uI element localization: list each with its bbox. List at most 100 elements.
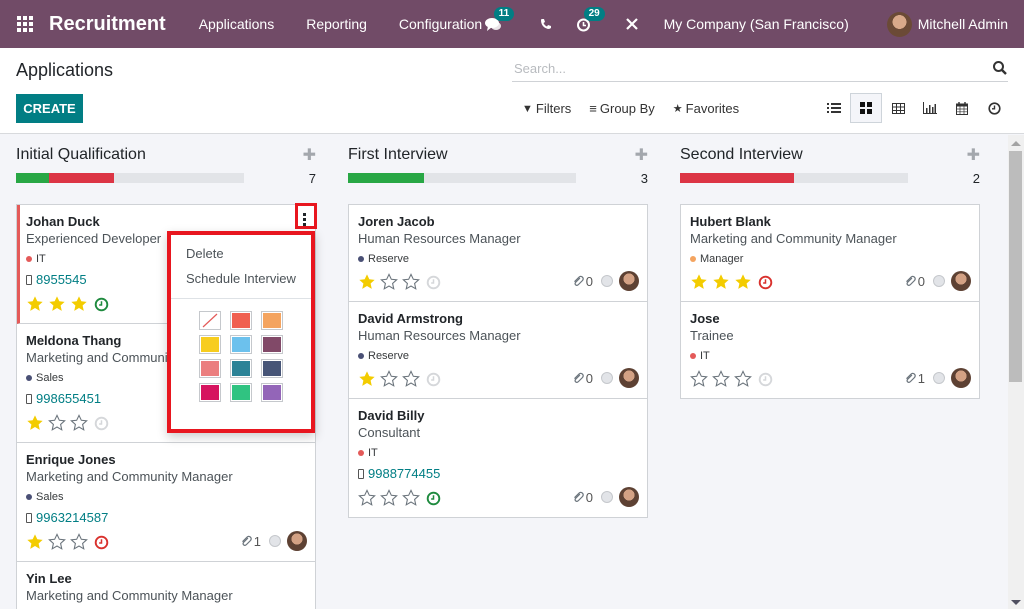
activity-clock-icon[interactable] xyxy=(758,275,773,290)
apps-menu-icon[interactable] xyxy=(17,16,33,32)
star-filled-icon[interactable] xyxy=(48,295,66,313)
color-swatch[interactable] xyxy=(261,311,283,330)
star-filled-icon[interactable] xyxy=(358,273,376,291)
activity-view-button[interactable] xyxy=(978,93,1010,123)
menu-applications[interactable]: Applications xyxy=(199,16,275,32)
star-empty-icon[interactable] xyxy=(70,533,88,551)
applicant-card[interactable]: Joren Jacob Human Resources Manager Reserv… xyxy=(349,205,647,302)
pivot-view-button[interactable] xyxy=(882,93,914,123)
star-empty-icon[interactable] xyxy=(734,370,752,388)
activity-clock-icon[interactable] xyxy=(94,416,109,431)
menu-configuration[interactable]: Configuration xyxy=(399,16,482,32)
assignee-avatar[interactable] xyxy=(287,531,307,551)
column-title[interactable]: Second Interview xyxy=(680,146,803,164)
color-swatch[interactable] xyxy=(261,383,283,402)
graph-view-button[interactable] xyxy=(914,93,946,123)
color-swatch[interactable] xyxy=(199,335,221,354)
phone-number[interactable]: 9988774455 xyxy=(368,466,440,482)
activity-clock-icon[interactable] xyxy=(94,297,109,312)
kanban-state-indicator[interactable] xyxy=(601,372,613,384)
activity-clock-icon[interactable] xyxy=(94,535,109,550)
column-title[interactable]: First Interview xyxy=(348,146,448,164)
quick-create-icon[interactable]: ✚ xyxy=(303,145,316,165)
app-brand[interactable]: Recruitment xyxy=(49,13,166,36)
color-swatch[interactable] xyxy=(230,335,252,354)
kanban-state-indicator[interactable] xyxy=(933,372,945,384)
favorites-dropdown[interactable]: ★ Favorites xyxy=(673,101,739,116)
star-filled-icon[interactable] xyxy=(712,273,730,291)
calendar-view-button[interactable] xyxy=(946,93,978,123)
applicant-card[interactable]: David Armstrong Human Resources Manager Re… xyxy=(349,302,647,399)
star-empty-icon[interactable] xyxy=(48,533,66,551)
scroll-down-arrow[interactable] xyxy=(1011,600,1021,605)
star-filled-icon[interactable] xyxy=(690,273,708,291)
color-swatch[interactable] xyxy=(261,359,283,378)
applicant-phone[interactable]: 9963214587 xyxy=(26,510,307,526)
progress-segment-done[interactable] xyxy=(16,173,49,183)
assignee-avatar[interactable] xyxy=(951,368,971,388)
quick-create-icon[interactable]: ✚ xyxy=(635,145,648,165)
star-empty-icon[interactable] xyxy=(712,370,730,388)
color-swatch[interactable] xyxy=(230,359,252,378)
star-empty-icon[interactable] xyxy=(402,370,420,388)
vertical-scrollbar[interactable] xyxy=(1008,135,1024,609)
assignee-avatar[interactable] xyxy=(951,271,971,291)
star-empty-icon[interactable] xyxy=(690,370,708,388)
applicant-phone[interactable]: 9988774455 xyxy=(358,466,639,482)
search-icon[interactable] xyxy=(992,60,1008,76)
applicant-card[interactable]: David Billy Consultant IT 9988774455 0 xyxy=(349,399,647,517)
phone-icon[interactable] xyxy=(536,14,556,34)
company-switcher[interactable]: My Company (San Francisco) xyxy=(664,16,849,32)
star-empty-icon[interactable] xyxy=(402,489,420,507)
star-empty-icon[interactable] xyxy=(380,273,398,291)
search-input[interactable] xyxy=(512,56,982,80)
scroll-up-arrow[interactable] xyxy=(1011,141,1021,146)
star-empty-icon[interactable] xyxy=(380,370,398,388)
star-filled-icon[interactable] xyxy=(70,295,88,313)
star-filled-icon[interactable] xyxy=(734,273,752,291)
kanban-state-indicator[interactable] xyxy=(269,535,281,547)
phone-number[interactable]: 8955545 xyxy=(36,272,87,288)
scroll-thumb[interactable] xyxy=(1009,151,1022,382)
activity-clock-icon[interactable] xyxy=(758,372,773,387)
kanban-view-button[interactable] xyxy=(850,93,882,123)
groupby-dropdown[interactable]: ≡ Group By xyxy=(589,101,655,116)
column-progressbar[interactable] xyxy=(16,173,244,183)
no-color-swatch[interactable] xyxy=(199,311,221,330)
progress-segment-blocked[interactable] xyxy=(48,173,114,183)
schedule-interview-menu-item[interactable]: Schedule Interview xyxy=(171,266,311,291)
quick-create-icon[interactable]: ✚ xyxy=(967,145,980,165)
star-filled-icon[interactable] xyxy=(26,533,44,551)
color-swatch[interactable] xyxy=(199,383,221,402)
applicant-card[interactable]: Enrique Jones Marketing and Community Man… xyxy=(17,443,315,562)
star-empty-icon[interactable] xyxy=(380,489,398,507)
activity-clock-icon[interactable] xyxy=(426,275,441,290)
delete-menu-item[interactable]: Delete xyxy=(171,241,311,266)
star-filled-icon[interactable] xyxy=(26,295,44,313)
menu-reporting[interactable]: Reporting xyxy=(306,16,367,32)
create-button[interactable]: CREATE xyxy=(16,94,83,123)
color-swatch[interactable] xyxy=(230,383,252,402)
activity-clock-icon[interactable] xyxy=(426,491,441,506)
assignee-avatar[interactable] xyxy=(619,271,639,291)
column-progressbar[interactable] xyxy=(680,173,908,183)
applicant-card[interactable]: Hubert Blank Marketing and Community Mana… xyxy=(681,205,979,302)
kanban-state-indicator[interactable] xyxy=(601,491,613,503)
color-swatch[interactable] xyxy=(261,335,283,354)
progress-segment-done[interactable] xyxy=(348,173,424,183)
star-empty-icon[interactable] xyxy=(402,273,420,291)
column-progressbar[interactable] xyxy=(348,173,576,183)
activities-icon[interactable]: 29 xyxy=(574,7,605,34)
filters-dropdown[interactable]: ▼ Filters xyxy=(522,101,571,116)
column-title[interactable]: Initial Qualification xyxy=(16,146,146,164)
star-empty-icon[interactable] xyxy=(358,489,376,507)
star-filled-icon[interactable] xyxy=(26,414,44,432)
progress-segment-blocked[interactable] xyxy=(680,173,794,183)
star-filled-icon[interactable] xyxy=(358,370,376,388)
debug-tools-icon[interactable] xyxy=(622,14,642,34)
applicant-card[interactable]: Jose Trainee IT 1 xyxy=(681,302,979,398)
user-avatar[interactable] xyxy=(886,11,912,37)
phone-number[interactable]: 998655451 xyxy=(36,391,101,407)
color-swatch[interactable] xyxy=(230,311,252,330)
color-swatch[interactable] xyxy=(199,359,221,378)
